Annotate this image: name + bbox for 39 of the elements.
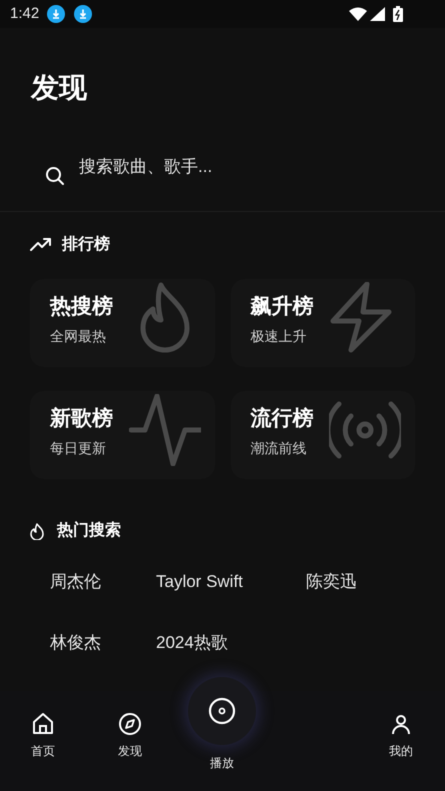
card-title: 飙升榜: [250, 294, 314, 320]
chart-card[interactable]: 飙升榜 极速上升: [230, 279, 415, 367]
nav-tab[interactable]: 我的: [376, 712, 426, 760]
search-term[interactable]: 林俊杰: [50, 633, 101, 652]
home-icon: [31, 712, 55, 736]
nav-tab[interactable]: 发现: [105, 712, 155, 760]
card-title: 新歌榜: [50, 406, 114, 432]
battery-icon: [393, 6, 403, 22]
card-title: 热搜榜: [50, 294, 114, 320]
pulse-line-icon: [128, 394, 200, 466]
signal-icon: [370, 7, 385, 21]
chart-card[interactable]: 流行榜 潮流前线: [230, 391, 415, 479]
card-title: 流行榜: [250, 406, 314, 432]
card-subtitle: 极速上升: [250, 327, 308, 346]
card-subtitle: 全网最热: [50, 327, 107, 346]
wifi-icon: [349, 7, 367, 21]
card-subtitle: 每日更新: [50, 439, 107, 458]
trending-up-icon: [30, 238, 52, 252]
chart-card[interactable]: 热搜榜 全网最热: [30, 279, 214, 367]
download-icon: [47, 5, 66, 23]
status-time: 1:42: [10, 4, 40, 24]
search-term[interactable]: Taylor Swift: [156, 572, 243, 591]
flame-icon: [30, 522, 44, 540]
nav-tab[interactable]: 首页: [18, 712, 68, 760]
download-icon: [74, 5, 92, 23]
page-title: 发现: [31, 74, 88, 102]
card-subtitle: 潮流前线: [250, 439, 308, 458]
section-title: 热门搜索: [57, 520, 121, 541]
disc-icon: [208, 697, 236, 725]
search-field[interactable]: 搜索歌曲、歌手...: [79, 154, 379, 180]
nav-label: 播放: [210, 755, 234, 772]
compass-icon: [118, 712, 142, 736]
chart-card[interactable]: 新歌榜 每日更新: [30, 391, 214, 479]
search-term[interactable]: 周杰伦: [50, 572, 101, 591]
person-icon: [389, 712, 413, 736]
search-term[interactable]: 2024热歌: [156, 633, 228, 652]
section-title: 排行榜: [62, 234, 110, 255]
search-icon: [45, 166, 65, 186]
search-term[interactable]: 陈奕迅: [306, 572, 357, 591]
